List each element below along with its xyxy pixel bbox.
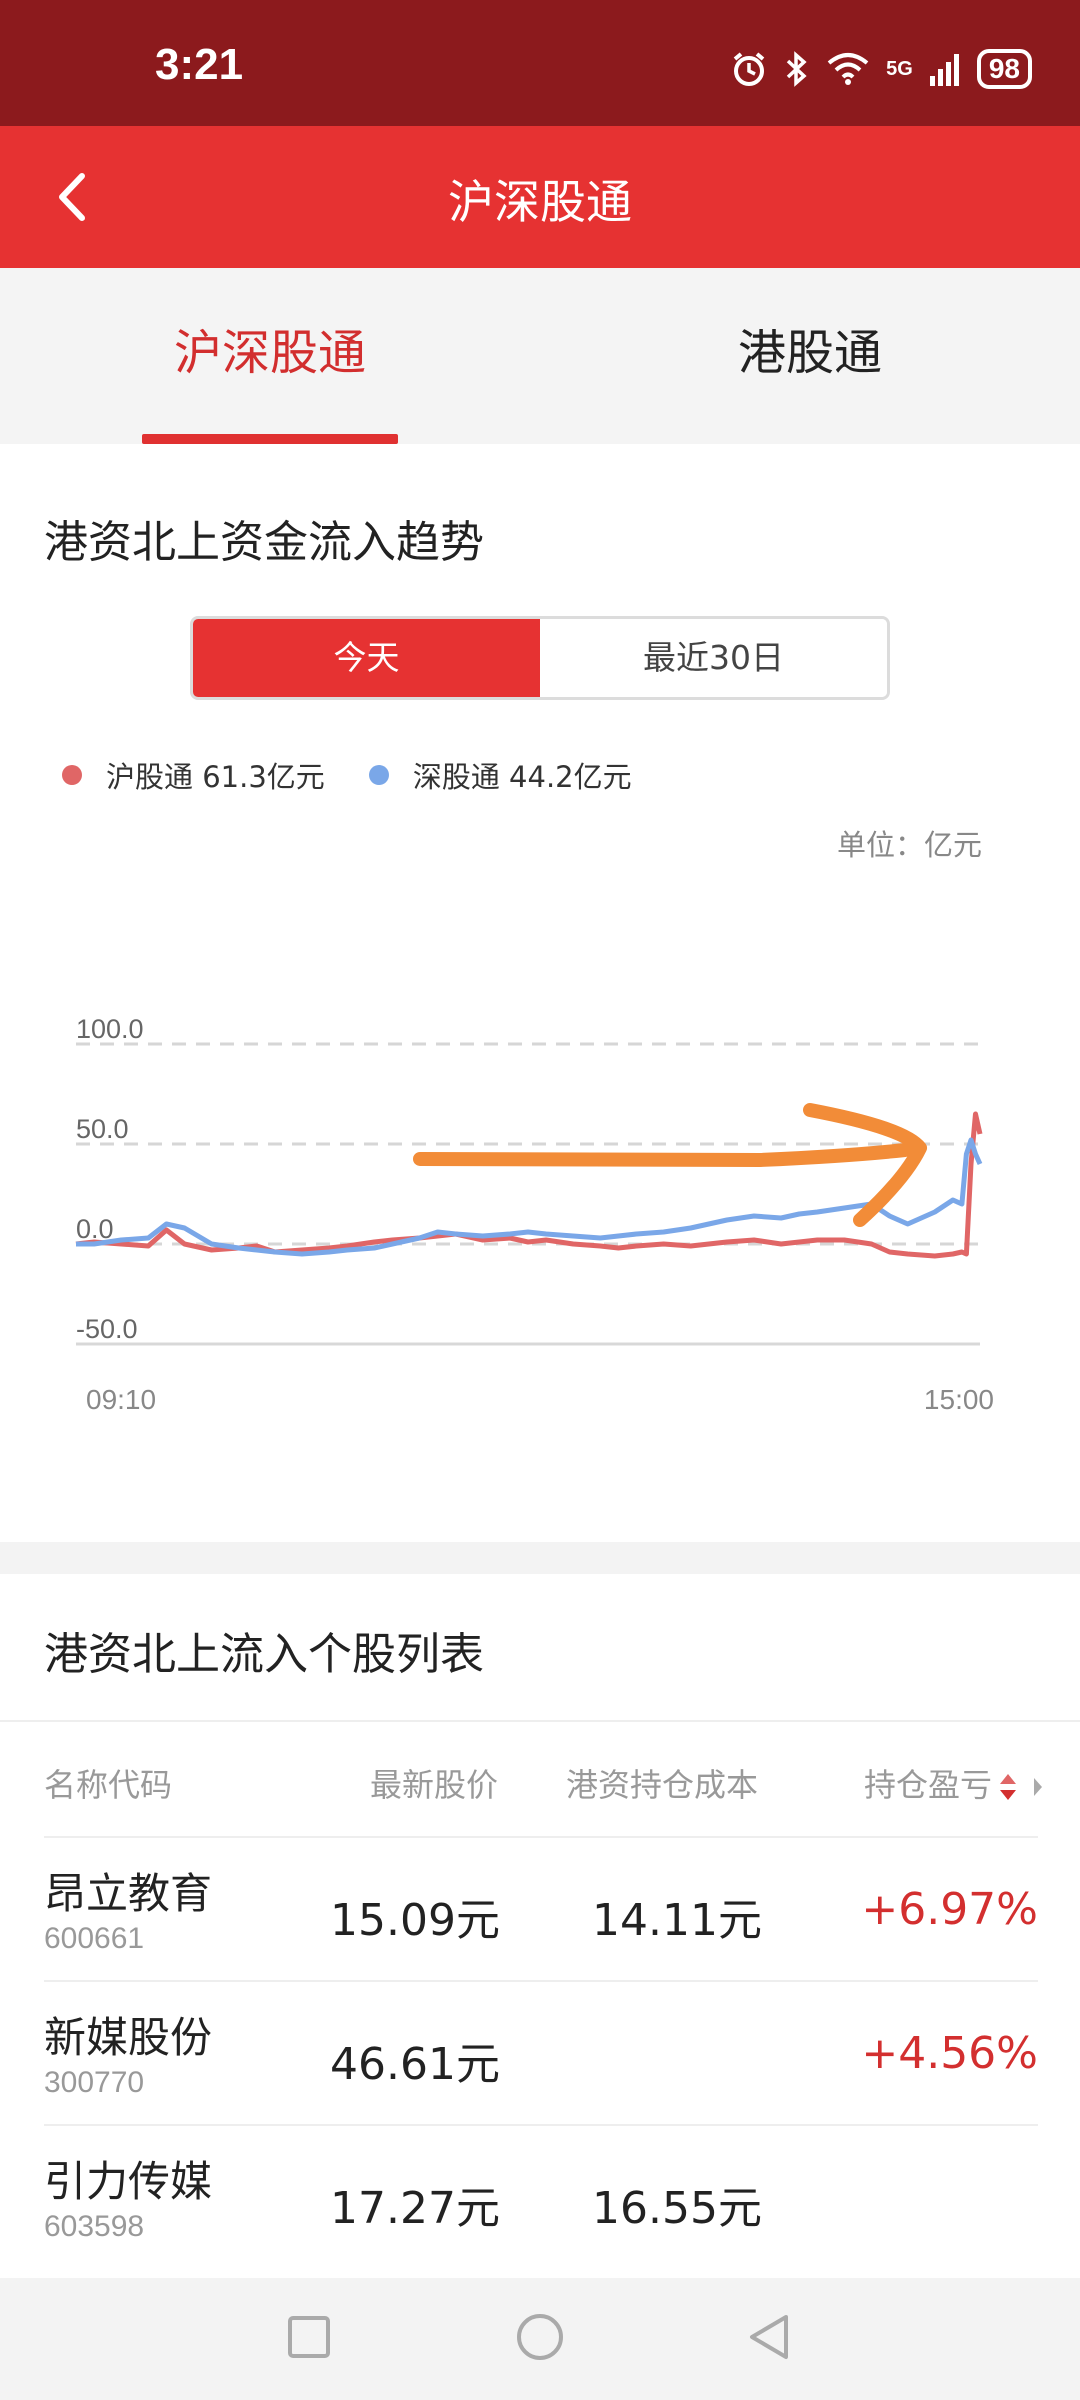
stock-code: 300770 <box>44 2066 145 2099</box>
legend-value-sz: 44.2亿元 <box>509 760 632 794</box>
nav-back-icon[interactable] <box>750 2315 788 2359</box>
tab-hk-connect[interactable]: 港股通 <box>540 268 1080 444</box>
stock-cost: 16.55元 <box>592 2183 762 2234</box>
signal-icon <box>929 54 959 86</box>
home-icon[interactable] <box>517 2314 563 2360</box>
annotation-arrow-shaft <box>413 1143 912 1168</box>
tab-hs-connect[interactable]: 沪深股通 <box>0 268 540 444</box>
sort-icon[interactable] <box>996 1770 1046 1804</box>
legend-item-sz: 深股通 44.2亿元 <box>368 754 632 796</box>
battery-level: 98 <box>976 49 1032 89</box>
legend-item-sh: 沪股通 61.3亿元 <box>62 754 325 796</box>
stock-name: 昂立教育 <box>44 1869 213 1918</box>
app-bar: 沪深股通 <box>0 126 1080 268</box>
column-hk-cost: 港资持仓成本 <box>566 1766 759 1804</box>
flow-chart: 100.050.00.0-50.0 09:10 15:00 <box>75 1014 994 1415</box>
column-name-code: 名称代码 <box>44 1766 173 1804</box>
bluetooth-icon <box>786 51 807 87</box>
trend-title: 港资北上资金流入趋势 <box>44 517 484 568</box>
table-row[interactable]: 引力传媒 603598 17.27元 16.55元 <box>44 2124 1038 2268</box>
stock-list-title: 港资北上流入个股列表 <box>44 1629 484 1680</box>
unit-label: 单位：亿元 <box>836 828 982 862</box>
status-icons: 5G 98 <box>730 44 1032 94</box>
stock-price: 15.09元 <box>330 1895 500 1946</box>
table-row[interactable]: 新媒股份 300770 46.61元 +4.56% <box>44 1980 1038 2124</box>
status-time: 3:21 <box>155 40 244 89</box>
legend-dot-sh <box>62 765 82 785</box>
stock-name: 新媒股份 <box>44 2013 213 2062</box>
table-header: 名称代码 最新股价 港资持仓成本 持仓盈亏 <box>0 1720 1080 1848</box>
legend-name-sh: 沪股通 <box>106 760 194 794</box>
y-tick-label: 50.0 <box>76 1114 129 1144</box>
column-profit-loss[interactable]: 持仓盈亏 <box>864 1760 992 1806</box>
stock-profit-loss: +4.56% <box>861 2028 1038 2079</box>
alarm-icon <box>733 52 765 86</box>
legend-dot-sz <box>368 765 389 785</box>
table-row[interactable]: 昂立教育 600661 15.09元 14.11元 +6.97% <box>44 1836 1038 1980</box>
series-line-sh <box>75 1111 983 1259</box>
wifi-icon <box>827 53 869 85</box>
status-bar: 3:21 5G 98 <box>0 0 1080 126</box>
stock-price: 46.61元 <box>330 2039 500 2090</box>
stock-price: 17.27元 <box>330 2183 500 2234</box>
column-latest-price: 最新股价 <box>370 1766 499 1804</box>
range-today-button[interactable]: 今天 <box>193 619 540 697</box>
trend-card: 港资北上资金流入趋势 今天 最近30日 沪股通 61.3亿元 深股通 44.2亿… <box>0 444 1080 1542</box>
legend-value-sh: 61.3亿元 <box>202 760 325 794</box>
page-title: 沪深股通 <box>448 175 632 229</box>
x-tick-label: 09:10 <box>86 1384 156 1415</box>
tab-indicator <box>142 434 398 444</box>
stock-cost: 14.11元 <box>592 1895 762 1946</box>
stock-code: 603598 <box>44 2210 145 2243</box>
network-label: 5G <box>886 57 913 80</box>
recents-icon[interactable] <box>288 2316 330 2358</box>
x-tick-label: 15:00 <box>924 1384 994 1415</box>
range-30d-button[interactable]: 最近30日 <box>540 619 887 697</box>
stock-list-card: 港资北上流入个股列表 名称代码 最新股价 港资持仓成本 持仓盈亏 昂立教育 60… <box>0 1574 1080 2278</box>
system-nav-bar <box>0 2278 1080 2400</box>
stock-profit-loss: +6.97% <box>861 1884 1038 1935</box>
tab-bar: 沪深股通 港股通 <box>0 268 1080 444</box>
legend-name-sz: 深股通 <box>412 760 500 794</box>
y-tick-label: 100.0 <box>76 1014 144 1044</box>
range-selector: 今天 最近30日 <box>190 616 890 700</box>
chart-legend: 沪股通 61.3亿元 深股通 44.2亿元 <box>62 754 676 796</box>
stock-code: 600661 <box>44 1922 145 1955</box>
y-tick-label: -50.0 <box>76 1314 138 1344</box>
stock-name: 引力传媒 <box>44 2157 213 2206</box>
